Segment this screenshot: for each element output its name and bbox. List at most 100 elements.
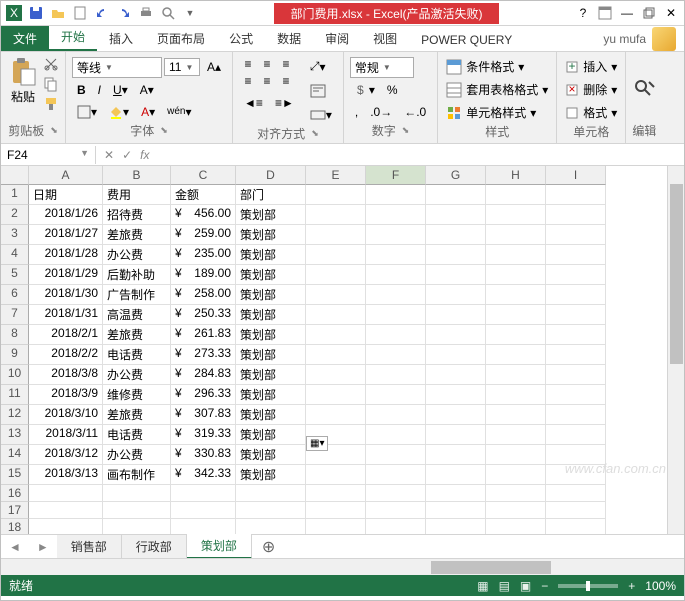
col-header[interactable]: I <box>546 166 606 185</box>
cell[interactable] <box>426 325 486 345</box>
align-middle-icon[interactable]: ≡ <box>258 56 276 72</box>
cell[interactable] <box>236 485 306 502</box>
row-header[interactable]: 4 <box>1 245 29 265</box>
increase-indent-icon[interactable]: ≡► <box>270 93 299 113</box>
cell[interactable] <box>426 285 486 305</box>
find-icon[interactable] <box>632 77 656 101</box>
page-break-view-icon[interactable]: ▣ <box>520 579 531 593</box>
ribbon-options-icon[interactable] <box>596 4 614 22</box>
grow-font-icon[interactable]: A▴ <box>202 57 226 77</box>
cell[interactable]: ¥284.83 <box>171 365 236 385</box>
percent-button[interactable]: % <box>382 80 403 100</box>
quick-print-icon[interactable] <box>137 4 155 22</box>
row-header[interactable]: 2 <box>1 205 29 225</box>
cell[interactable] <box>546 365 606 385</box>
row-header[interactable]: 16 <box>1 485 29 502</box>
cell[interactable]: ¥307.83 <box>171 405 236 425</box>
cell[interactable]: 部门 <box>236 185 306 205</box>
col-header[interactable]: H <box>486 166 546 185</box>
cell[interactable]: ¥261.83 <box>171 325 236 345</box>
delete-cells-button[interactable]: ×删除▾ <box>563 79 619 100</box>
cell[interactable] <box>426 245 486 265</box>
cell[interactable]: 差旅费 <box>103 325 171 345</box>
row-header[interactable]: 13 <box>1 425 29 445</box>
redo-icon[interactable] <box>115 4 133 22</box>
cell[interactable]: 2018/1/30 <box>29 285 103 305</box>
cell[interactable]: ¥259.00 <box>171 225 236 245</box>
cell[interactable] <box>486 185 546 205</box>
cell[interactable]: 策划部 <box>236 465 306 485</box>
format-as-table-button[interactable]: 套用表格格式▾ <box>444 79 550 100</box>
cell[interactable]: 差旅费 <box>103 405 171 425</box>
sheet-nav-next-icon[interactable]: ► <box>29 540 57 554</box>
cell[interactable] <box>486 305 546 325</box>
font-name-combo[interactable]: 等线▼ <box>72 57 162 78</box>
sheet-nav-prev-icon[interactable]: ◄ <box>1 540 29 554</box>
col-header[interactable]: A <box>29 166 103 185</box>
cell[interactable] <box>366 305 426 325</box>
cell[interactable] <box>366 502 426 519</box>
tab-view[interactable]: 视图 <box>361 26 409 51</box>
cell[interactable] <box>366 285 426 305</box>
sheet-tab-2[interactable]: 策划部 <box>187 534 252 559</box>
cell[interactable] <box>171 519 236 534</box>
copy-icon[interactable] <box>43 76 59 92</box>
cell[interactable]: ¥273.33 <box>171 345 236 365</box>
cell[interactable]: 策划部 <box>236 205 306 225</box>
cell[interactable]: 高温费 <box>103 305 171 325</box>
cell[interactable] <box>546 345 606 365</box>
insert-cells-button[interactable]: +插入▾ <box>563 56 619 77</box>
cell[interactable]: ¥250.33 <box>171 305 236 325</box>
number-launcher-icon[interactable]: ⬊ <box>402 125 410 136</box>
row-header[interactable]: 10 <box>1 365 29 385</box>
cell[interactable] <box>306 485 366 502</box>
cell[interactable] <box>366 345 426 365</box>
align-launcher-icon[interactable]: ⬊ <box>311 128 319 139</box>
font-color-button[interactable]: A▾ <box>136 102 160 122</box>
cell[interactable]: 策划部 <box>236 285 306 305</box>
cell[interactable]: 2018/3/13 <box>29 465 103 485</box>
qat-more-icon[interactable]: ▼ <box>181 4 199 22</box>
decrease-decimal-icon[interactable]: ←.0 <box>399 102 431 122</box>
cell[interactable] <box>366 445 426 465</box>
cell[interactable]: 2018/3/12 <box>29 445 103 465</box>
normal-view-icon[interactable]: ▦ <box>477 579 488 593</box>
preview-icon[interactable] <box>159 4 177 22</box>
cell[interactable]: 策划部 <box>236 445 306 465</box>
tab-review[interactable]: 审阅 <box>313 26 361 51</box>
cell[interactable]: 广告制作 <box>103 285 171 305</box>
cell[interactable]: 电话费 <box>103 345 171 365</box>
cell[interactable]: 2018/3/8 <box>29 365 103 385</box>
cell[interactable] <box>426 345 486 365</box>
cell[interactable] <box>546 465 606 485</box>
cell[interactable] <box>486 365 546 385</box>
close-icon[interactable]: ✕ <box>662 4 680 22</box>
merge-button[interactable]: ▾ <box>305 105 337 125</box>
phonetic-button[interactable]: wén▾ <box>162 102 196 122</box>
cell[interactable]: 画布制作 <box>103 465 171 485</box>
cell[interactable] <box>426 502 486 519</box>
format-painter-icon[interactable] <box>43 96 59 112</box>
cell[interactable]: 策划部 <box>236 345 306 365</box>
row-header[interactable]: 17 <box>1 502 29 519</box>
cell[interactable] <box>366 265 426 285</box>
cell[interactable]: 差旅费 <box>103 225 171 245</box>
cell[interactable]: 招待费 <box>103 205 171 225</box>
cell[interactable] <box>306 519 366 534</box>
tab-powerquery[interactable]: POWER QUERY <box>409 29 524 51</box>
orientation-icon[interactable]: ⤢▾ <box>305 56 337 77</box>
cell[interactable] <box>306 405 366 425</box>
formula-input[interactable] <box>157 153 684 157</box>
cell[interactable]: 2018/2/2 <box>29 345 103 365</box>
cell[interactable] <box>426 425 486 445</box>
sheet-tab-1[interactable]: 行政部 <box>122 535 187 558</box>
cell[interactable] <box>306 345 366 365</box>
cell[interactable] <box>366 425 426 445</box>
bold-button[interactable]: B <box>72 80 91 100</box>
cell[interactable]: 策划部 <box>236 405 306 425</box>
autofill-options-icon[interactable]: ▦▾ <box>306 436 328 451</box>
zoom-slider[interactable] <box>558 584 618 588</box>
cell[interactable]: 策划部 <box>236 385 306 405</box>
row-header[interactable]: 18 <box>1 519 29 534</box>
name-box[interactable]: F24 ▼ <box>1 146 96 164</box>
